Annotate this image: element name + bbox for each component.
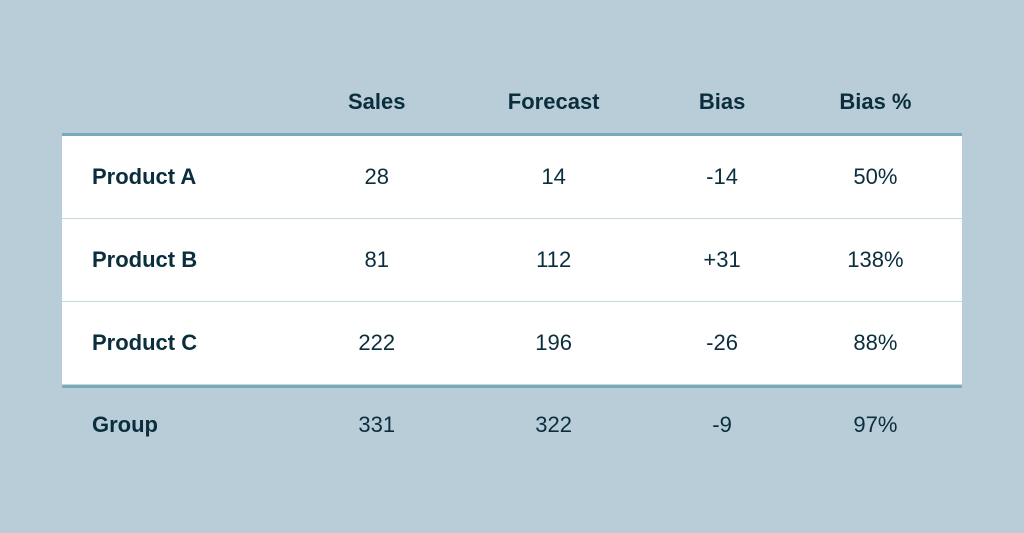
product-b-bias: +31 [655, 219, 789, 302]
product-a-forecast: 14 [452, 136, 655, 219]
product-c-forecast: 196 [452, 302, 655, 385]
product-a-bias: -14 [655, 136, 789, 219]
header-bias-pct: Bias % [789, 71, 962, 133]
table-row: Product C 222 196 -26 88% [62, 302, 962, 385]
product-c-name: Product C [62, 302, 301, 385]
product-b-bias-pct: 138% [789, 219, 962, 302]
product-c-bias-pct: 88% [789, 302, 962, 385]
group-bias: -9 [655, 388, 789, 462]
header-bias: Bias [655, 71, 789, 133]
product-b-forecast: 112 [452, 219, 655, 302]
product-a-name: Product A [62, 136, 301, 219]
table-row: Product B 81 112 +31 138% [62, 219, 962, 302]
header-product [62, 71, 301, 133]
forecast-table: Sales Forecast Bias Bias % Product A 28 … [62, 71, 962, 462]
group-forecast: 322 [452, 388, 655, 462]
table-container: Sales Forecast Bias Bias % Product A 28 … [32, 51, 992, 482]
product-c-bias: -26 [655, 302, 789, 385]
group-name: Group [62, 388, 301, 462]
header-forecast: Forecast [452, 71, 655, 133]
footer-row: Group 331 322 -9 97% [62, 388, 962, 462]
group-sales: 331 [301, 388, 452, 462]
header-row: Sales Forecast Bias Bias % [62, 71, 962, 133]
product-b-name: Product B [62, 219, 301, 302]
product-b-sales: 81 [301, 219, 452, 302]
product-c-sales: 222 [301, 302, 452, 385]
product-a-sales: 28 [301, 136, 452, 219]
product-a-bias-pct: 50% [789, 136, 962, 219]
table-body: Product A 28 14 -14 50% Product B 81 112… [62, 136, 962, 388]
table-footer: Group 331 322 -9 97% [62, 388, 962, 462]
header-sales: Sales [301, 71, 452, 133]
table-row: Product A 28 14 -14 50% [62, 136, 962, 219]
group-bias-pct: 97% [789, 388, 962, 462]
